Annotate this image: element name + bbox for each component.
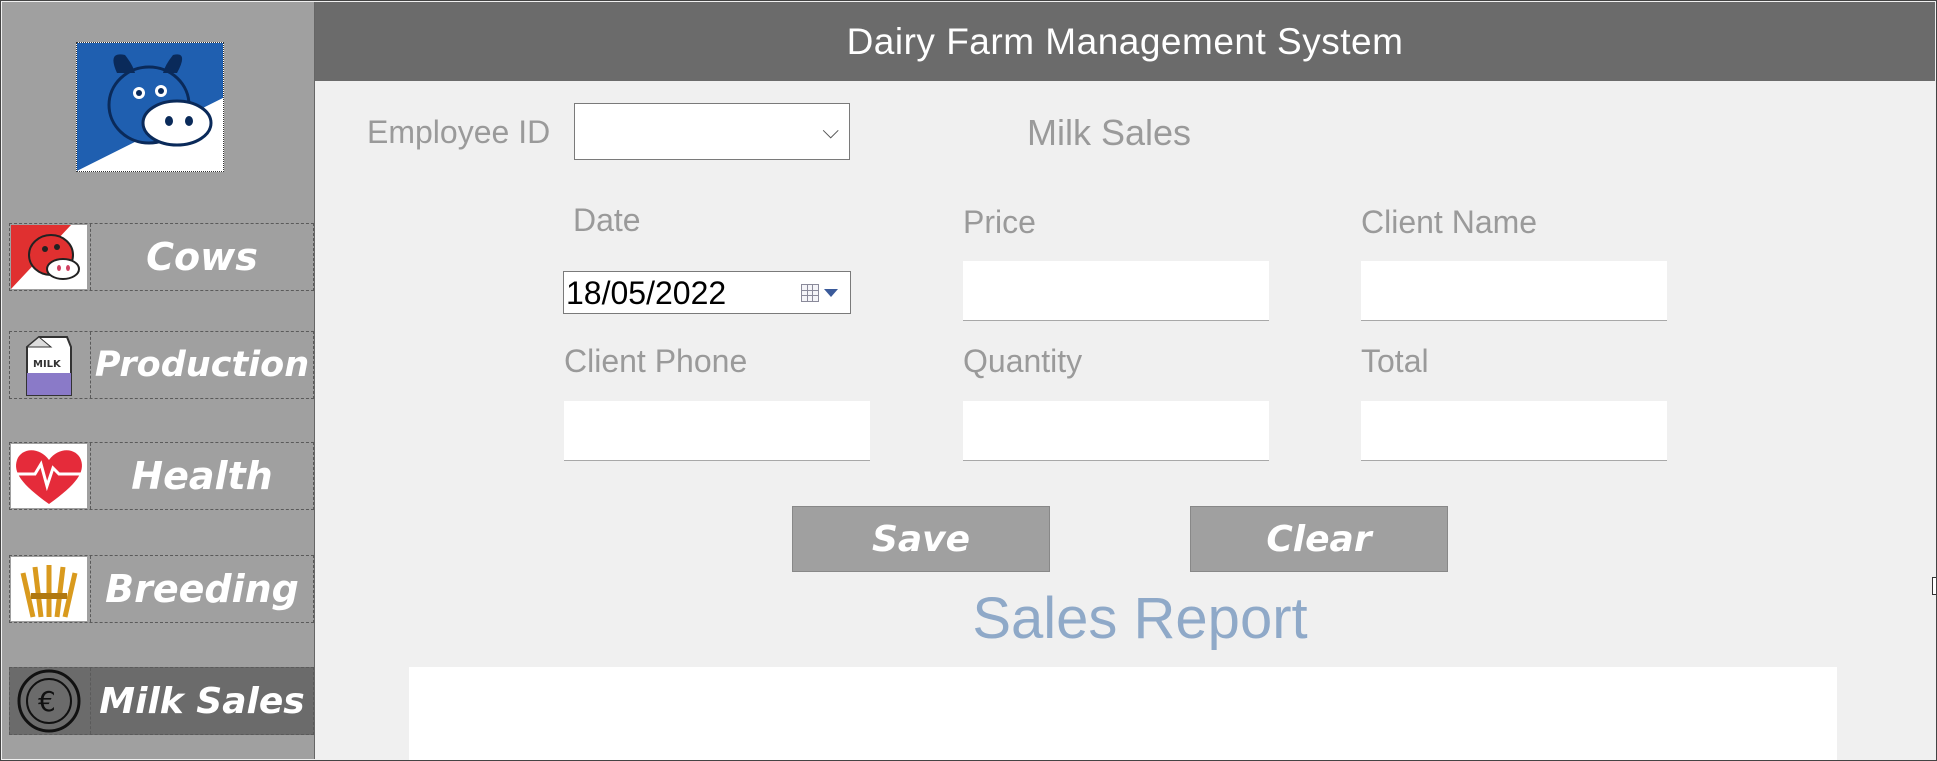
client-name-label: Client Name <box>1361 204 1538 240</box>
sidebar-item-cows[interactable]: Cows <box>9 223 314 291</box>
employee-id-label: Employee ID <box>367 114 551 150</box>
price-input[interactable] <box>963 261 1269 321</box>
sidebar-item-label: Production <box>90 332 313 398</box>
report-title: Sales Report <box>972 586 1308 651</box>
date-label: Date <box>573 202 641 238</box>
total-label: Total <box>1361 343 1429 379</box>
euro-coin-icon: € <box>11 669 87 733</box>
calendar-icon[interactable] <box>801 284 819 302</box>
clear-button[interactable]: Clear <box>1190 506 1448 572</box>
heart-pulse-icon <box>11 444 87 508</box>
sidebar-item-label: Cows <box>90 224 313 290</box>
date-picker[interactable]: 18/05/2022 <box>563 271 851 314</box>
app-title: Dairy Farm Management System <box>846 20 1404 62</box>
sidebar-item-milk-sales[interactable]: € Milk Sales <box>9 667 314 735</box>
sidebar-item-breeding[interactable]: Breeding <box>9 555 314 623</box>
milk-carton-icon: MILK <box>11 333 87 397</box>
cow-logo-icon <box>76 42 224 172</box>
cow-icon <box>11 225 87 289</box>
client-name-input[interactable] <box>1361 261 1667 321</box>
date-value: 18/05/2022 <box>566 275 727 311</box>
sidebar-item-label: Health <box>90 443 313 509</box>
sidebar-item-health[interactable]: Health <box>9 442 314 510</box>
sidebar-item-label: Milk Sales <box>90 668 313 734</box>
client-phone-input[interactable] <box>564 401 870 461</box>
svg-text:€: € <box>38 685 56 718</box>
price-label: Price <box>963 204 1036 240</box>
employee-id-select[interactable]: ⌵ <box>574 103 850 160</box>
client-phone-label: Client Phone <box>564 343 748 379</box>
chevron-down-icon: ⌵ <box>822 118 839 143</box>
total-input[interactable] <box>1361 401 1667 461</box>
section-title: Milk Sales <box>1027 112 1192 153</box>
quantity-input[interactable] <box>963 401 1269 461</box>
svg-text:MILK: MILK <box>33 359 62 370</box>
resize-grip-icon[interactable] <box>1932 577 1937 595</box>
sidebar-item-production[interactable]: MILK Production <box>9 331 314 399</box>
title-bar: Dairy Farm Management System <box>315 2 1935 81</box>
dropdown-arrow-icon[interactable] <box>824 289 838 297</box>
quantity-label: Quantity <box>963 343 1083 379</box>
sidebar: Cows MILK Production Health Breeding € M… <box>2 2 315 759</box>
wheat-icon <box>11 557 87 621</box>
save-button[interactable]: Save <box>792 506 1050 572</box>
sidebar-item-label: Breeding <box>90 556 313 622</box>
sales-report-grid[interactable] <box>409 667 1837 761</box>
